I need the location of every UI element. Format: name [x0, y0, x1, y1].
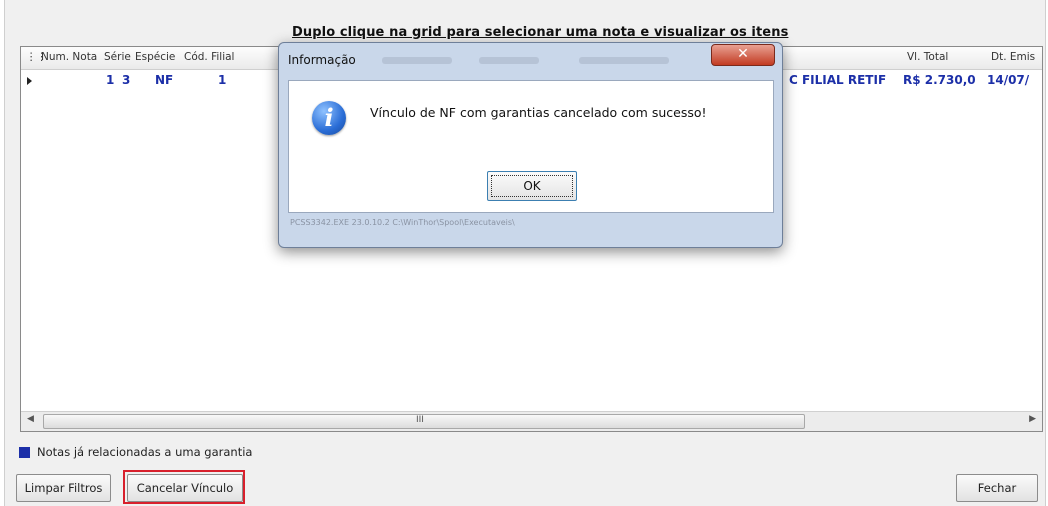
information-icon: i: [312, 101, 346, 135]
scroll-thumb[interactable]: III: [43, 414, 805, 429]
ok-button[interactable]: OK: [487, 171, 577, 201]
dialog-body: i Vínculo de NF com garantias cancelado …: [288, 80, 774, 213]
close-icon[interactable]: ✕: [711, 44, 775, 66]
cell-dt-emissao: 14/07/: [987, 73, 1030, 87]
dialog-title: Informação: [288, 53, 356, 67]
blurred-background-text: [479, 57, 539, 64]
cancelar-vinculo-button[interactable]: Cancelar Vínculo: [127, 474, 243, 502]
legend-label: Notas já relacionadas a uma garantia: [37, 445, 253, 459]
blurred-background-text: [382, 57, 452, 64]
col-cod-filial[interactable]: Cód. Filial: [184, 51, 234, 63]
col-vl-total[interactable]: Vl. Total: [907, 51, 948, 63]
cell-especie: NF: [155, 73, 174, 87]
cell-serie: 3: [122, 73, 131, 87]
row-pointer-icon: [27, 77, 32, 85]
information-dialog: Informação ✕ i Vínculo de NF com garanti…: [278, 42, 783, 248]
scroll-left-icon[interactable]: ◀: [27, 414, 34, 424]
fechar-button[interactable]: Fechar: [956, 474, 1038, 502]
limpar-filtros-button[interactable]: Limpar Filtros: [16, 474, 111, 502]
cell-filial-nome: C FILIAL RETIF: [789, 73, 887, 87]
scroll-grip-icon: III: [416, 415, 424, 425]
col-serie[interactable]: Série: [104, 51, 131, 63]
scroll-right-icon[interactable]: ▶: [1029, 414, 1036, 424]
cell-cod-filial: 1: [218, 73, 227, 87]
grid-instruction: Duplo clique na grid para selecionar uma…: [292, 25, 789, 40]
cell-vl-total: R$ 2.730,0: [903, 73, 976, 87]
dialog-footer-path: PCSS3342.EXE 23.0.10.2 C:\WinThor\Spool\…: [290, 218, 515, 227]
col-dt-emissao[interactable]: Dt. Emis: [991, 51, 1035, 63]
dialog-message: Vínculo de NF com garantias cancelado co…: [370, 105, 707, 120]
cell-num-nota: 1: [106, 73, 115, 87]
col-especie[interactable]: Espécie: [135, 51, 175, 63]
col-num-nota[interactable]: Num. Nota: [41, 51, 97, 63]
legend-swatch: [19, 447, 30, 458]
horizontal-scrollbar[interactable]: ◀ III ▶: [21, 411, 1042, 431]
blurred-background-text: [579, 57, 669, 64]
focus-ring: [491, 175, 573, 197]
